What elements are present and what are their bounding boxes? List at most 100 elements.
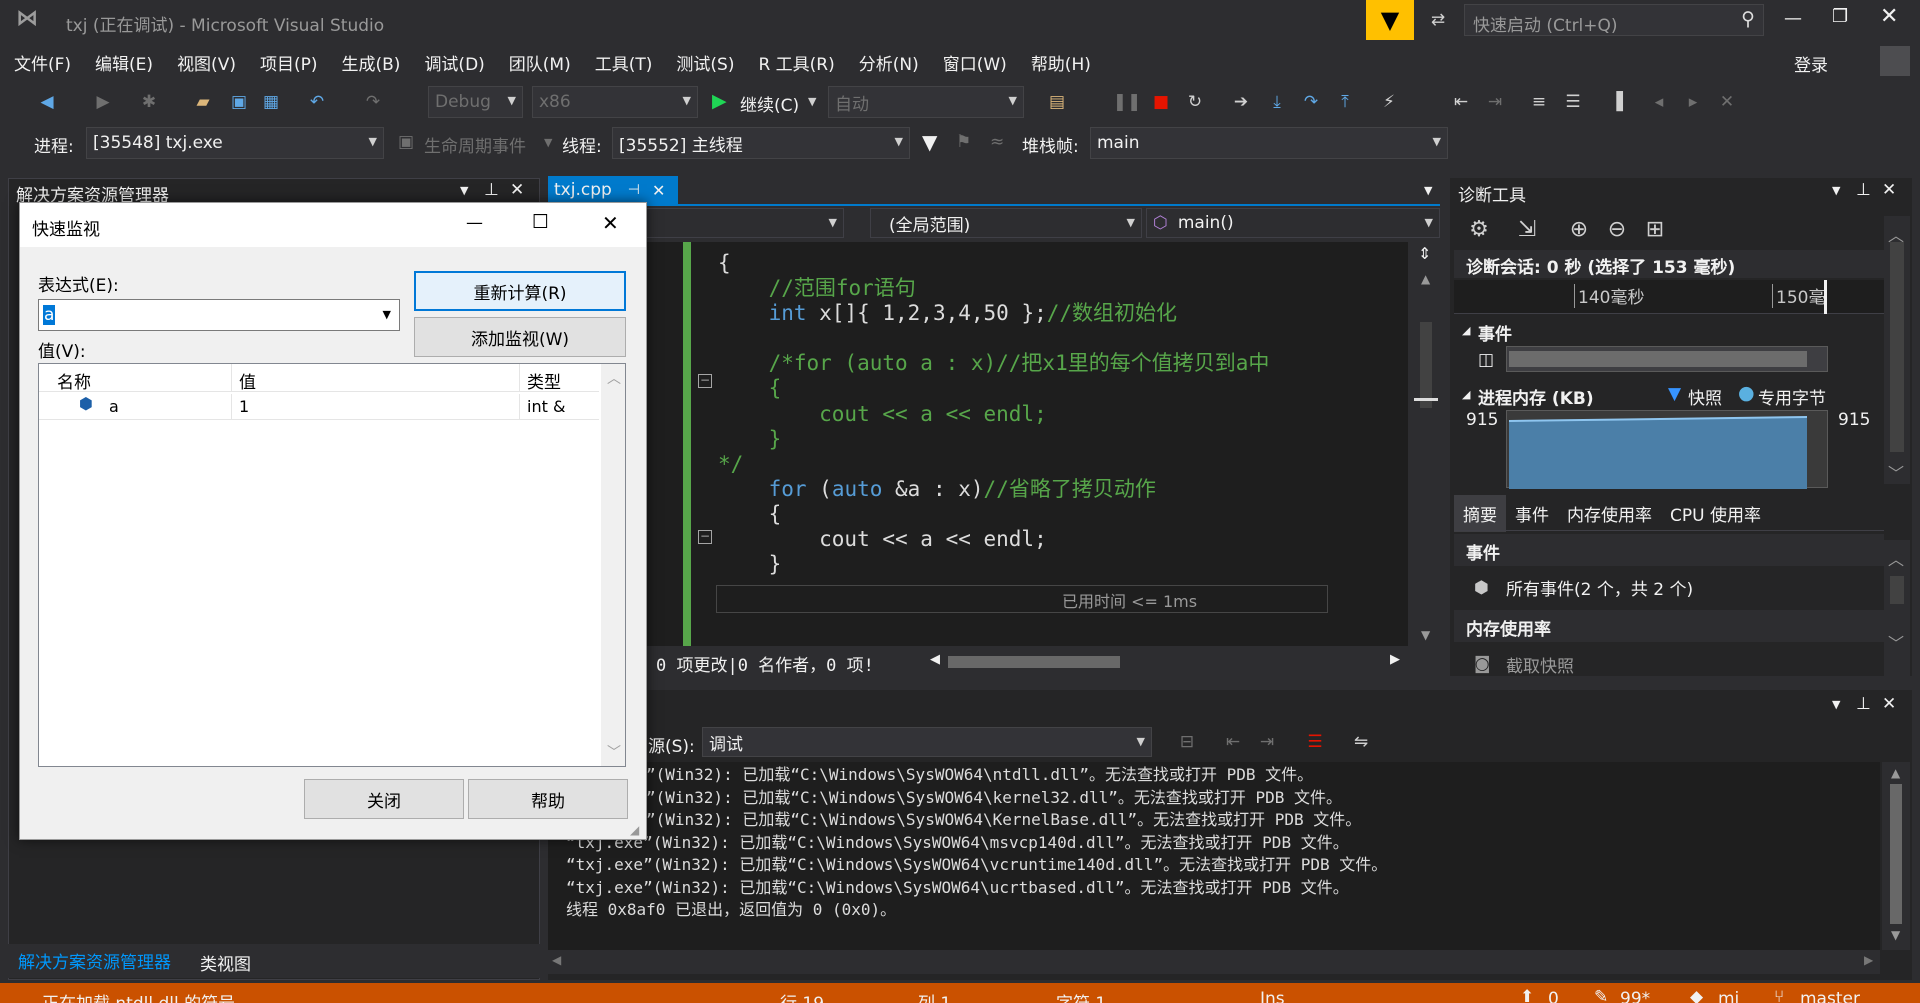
expression-dropdown-icon[interactable]: ▼: [383, 308, 391, 321]
prev-bookmark-icon[interactable]: ◂: [1646, 89, 1672, 115]
output-pin-icon[interactable]: ⊥: [1856, 694, 1871, 714]
hex-display-icon[interactable]: ⚡: [1376, 89, 1402, 115]
menu-item[interactable]: 窗口(W): [943, 50, 1007, 75]
editor-tabs-dropdown-icon[interactable]: ▼: [1424, 184, 1432, 197]
diagnostics-close-icon[interactable]: ✕: [1882, 180, 1896, 200]
thread-filter-icon[interactable]: ▼: [922, 130, 937, 154]
lifecycle-dropdown-icon[interactable]: ▼: [544, 136, 552, 149]
output-text-area[interactable]: ”(Win32): 已加载“C:\Windows\SysWOW64\ntdll.…: [548, 762, 1880, 950]
pause-icon[interactable]: ❚❚: [1113, 89, 1142, 115]
timeline-ruler[interactable]: 140毫秒 150毫: [1454, 280, 1884, 314]
status-errors[interactable]: 0: [1548, 989, 1559, 1003]
account-avatar[interactable]: [1880, 46, 1910, 76]
watch-row[interactable]: ⬢ a 1 int &: [39, 394, 599, 420]
menu-item[interactable]: 团队(M): [509, 50, 571, 75]
diag-lower-up-icon[interactable]: ︿: [1888, 546, 1904, 570]
output-hscroll-left-icon[interactable]: ◀: [552, 953, 561, 967]
diag-tab[interactable]: 摘要: [1454, 494, 1506, 532]
continue-play-icon[interactable]: ▶: [712, 90, 727, 112]
close-window-button[interactable]: ✕: [1880, 4, 1898, 29]
output-source-dropdown[interactable]: 调试 ▼: [702, 727, 1152, 757]
all-events-link[interactable]: 所有事件(2 个，共 2 个): [1506, 575, 1693, 600]
diag-lower-scrollbar[interactable]: ︿ ﹀: [1884, 540, 1910, 676]
show-flagged-icon[interactable]: ≈: [990, 132, 1004, 152]
step-out-icon[interactable]: ⤒: [1332, 89, 1358, 115]
outline-toggle-2[interactable]: −: [698, 530, 712, 544]
menu-item[interactable]: R 工具(R): [758, 50, 834, 75]
hscroll-left-icon[interactable]: ◀: [930, 652, 940, 667]
new-project-icon[interactable]: ✱: [136, 89, 162, 115]
filter-icon[interactable]: ▼: [1366, 0, 1414, 40]
editor-vscrollbar[interactable]: ⇕ ▲ ▼: [1412, 242, 1440, 646]
output-close-icon[interactable]: ✕: [1882, 694, 1896, 714]
comment-icon[interactable]: ≡: [1526, 89, 1552, 115]
qw-maximize-button[interactable]: ☐: [532, 211, 549, 233]
scroll-down-icon[interactable]: ▼: [1421, 628, 1430, 642]
menu-item[interactable]: 视图(V): [177, 50, 236, 75]
add-watch-button[interactable]: 添加监视(W): [414, 317, 626, 357]
zoom-in-icon[interactable]: ⊕: [1566, 216, 1592, 242]
diag-lower-thumb[interactable]: [1890, 576, 1904, 604]
resize-grip-icon[interactable]: ◢: [630, 823, 639, 837]
split-icon[interactable]: ⇕: [1418, 244, 1431, 263]
redo-icon[interactable]: ↷: [360, 89, 386, 115]
step-into-icon[interactable]: ⤓: [1264, 89, 1290, 115]
expression-input[interactable]: a ▼: [38, 299, 400, 331]
step-over-icon[interactable]: ↷: [1298, 89, 1324, 115]
diag-lower-down-icon[interactable]: ﹀: [1888, 630, 1904, 654]
diagnostics-pin-icon[interactable]: ⊥: [1856, 180, 1871, 200]
stop-icon[interactable]: ■: [1148, 89, 1174, 115]
process-dropdown[interactable]: [35548] txj.exe ▼: [86, 127, 384, 159]
diag-tab[interactable]: 内存使用率: [1558, 495, 1661, 532]
quick-launch-input[interactable]: 快速启动 (Ctrl+Q) ⚲: [1464, 4, 1764, 36]
undo-icon[interactable]: ↶: [304, 89, 330, 115]
watch-grid-scrollbar[interactable]: ︿ ﹀: [601, 364, 625, 766]
reset-zoom-icon[interactable]: ⊞: [1642, 216, 1668, 242]
minimize-button[interactable]: —: [1784, 8, 1802, 29]
output-clear-icon[interactable]: ☰: [1302, 729, 1328, 755]
config-dropdown[interactable]: Debug ▼: [428, 86, 523, 118]
events-pause-icon[interactable]: ◫: [1478, 350, 1494, 370]
output-scroll-thumb[interactable]: [1890, 784, 1902, 924]
status-repo[interactable]: mi: [1718, 989, 1739, 1003]
scroll-thumb[interactable]: [1420, 322, 1432, 408]
scroll-up-icon[interactable]: ▲: [1421, 272, 1430, 286]
continue-button[interactable]: 继续(C): [740, 91, 799, 116]
output-scroll-down-icon[interactable]: ▼: [1891, 928, 1900, 942]
menu-item[interactable]: 测试(S): [676, 50, 734, 75]
menu-item[interactable]: 生成(B): [342, 50, 401, 75]
output-next-icon[interactable]: ⇥: [1254, 729, 1280, 755]
pin-tab-icon[interactable]: ⊣: [628, 182, 640, 198]
scope-dropdown[interactable]: (全局范围) ▼: [870, 208, 1142, 238]
memory-collapse-icon[interactable]: ◢: [1462, 388, 1470, 401]
events-collapse-icon[interactable]: ◢: [1462, 324, 1470, 337]
diag-export-icon[interactable]: ⇲: [1514, 216, 1540, 242]
reevaluate-button[interactable]: 重新计算(R): [414, 271, 626, 311]
next-bookmark-icon[interactable]: ▸: [1680, 89, 1706, 115]
continue-dropdown-icon[interactable]: ▼: [808, 95, 816, 108]
menu-item[interactable]: 文件(F): [14, 50, 71, 75]
menu-item[interactable]: 工具(T): [595, 50, 653, 75]
qw-close-button[interactable]: ✕: [602, 211, 619, 235]
output-options-icon[interactable]: ▼: [1832, 698, 1840, 711]
qw-close-dialog-button[interactable]: 关闭: [304, 779, 464, 819]
restart-icon[interactable]: ↻: [1182, 89, 1208, 115]
diag-upper-scrollbar[interactable]: ︿ ﹀: [1884, 216, 1910, 484]
repo-icon[interactable]: ◆: [1690, 987, 1703, 1003]
qw-minimize-button[interactable]: —: [466, 213, 483, 233]
take-snapshot-button[interactable]: 截取快照: [1506, 652, 1574, 677]
col-type-header[interactable]: 类型: [527, 368, 561, 393]
output-hscrollbar[interactable]: ◀ ▶: [548, 950, 1880, 974]
output-scroll-up-icon[interactable]: ▲: [1891, 766, 1900, 780]
lifecycle-icon[interactable]: ▣: [398, 132, 414, 152]
forward-icon[interactable]: ▶: [90, 89, 116, 115]
lifecycle-events-button[interactable]: 生命周期事件: [424, 132, 526, 157]
diagnostics-options-icon[interactable]: ▼: [1832, 184, 1840, 197]
thread-dropdown[interactable]: [35552] 主线程 ▼: [612, 127, 910, 159]
bookmark-icon[interactable]: ▌: [1610, 89, 1636, 115]
menu-item[interactable]: 帮助(H): [1031, 50, 1091, 75]
uncomment-icon[interactable]: ☰: [1560, 89, 1586, 115]
menu-item[interactable]: 编辑(E): [95, 50, 153, 75]
menu-item[interactable]: 项目(P): [260, 50, 318, 75]
indent-icon[interactable]: ⇥: [1482, 89, 1508, 115]
